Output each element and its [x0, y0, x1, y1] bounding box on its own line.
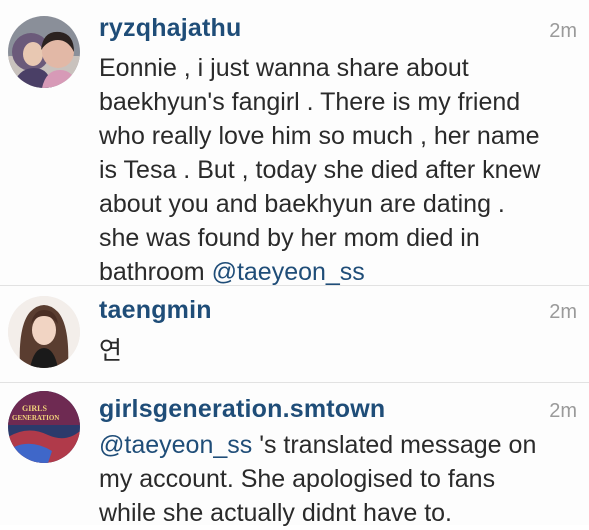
comment-text-fragment: bathroom	[99, 258, 212, 286]
comment-text: Eonnie , i just wanna share about baekhy…	[99, 51, 569, 289]
timestamp: 2m	[549, 400, 577, 422]
timestamp: 2m	[549, 301, 577, 323]
avatar[interactable]	[8, 296, 80, 368]
comment-item: taengmin 2m 연	[0, 286, 589, 382]
comment-line: my account. She apologised to fans	[99, 465, 496, 493]
comment-line: bathroom @taeyeon_ss	[99, 255, 569, 289]
username[interactable]: girlsgeneration.smtown	[99, 395, 385, 424]
comment-text: 연	[99, 334, 569, 368]
comment-item: ryzqhajathu 2m Eonnie , i just wanna sha…	[0, 0, 589, 286]
album-logo-text: GENERATION	[12, 414, 59, 422]
comment-text-fragment: 's translated message on	[252, 431, 537, 459]
profile-photo-icon	[8, 296, 80, 368]
timestamp: 2m	[549, 20, 577, 42]
comment-line: Eonnie , i just wanna share about	[99, 54, 469, 82]
comment-line: 연	[99, 336, 123, 365]
album-cover-icon: GIRLS GENERATION	[8, 391, 80, 463]
album-logo-text: GIRLS	[22, 404, 47, 413]
comment-line: @taeyeon_ss 's translated message on	[99, 428, 569, 462]
comment-item: GIRLS GENERATION girlsgeneration.smtown …	[0, 383, 589, 527]
username[interactable]: ryzqhajathu	[99, 14, 242, 43]
profile-photo-icon	[8, 16, 80, 88]
comment-line: baekhyun's fangirl . There is my friend	[99, 88, 521, 116]
avatar[interactable]: GIRLS GENERATION	[8, 391, 80, 463]
mention-link[interactable]: @taeyeon_ss	[212, 258, 365, 286]
comment-text: @taeyeon_ss 's translated message on my …	[99, 428, 569, 530]
comment-line: about you and baekhyun are dating .	[99, 190, 505, 218]
comment-line: she was found by her mom died in	[99, 224, 480, 252]
avatar[interactable]	[8, 16, 80, 88]
comment-line: is Tesa . But , today she died after kne…	[99, 156, 541, 184]
comments-feed: ryzqhajathu 2m Eonnie , i just wanna sha…	[0, 0, 589, 527]
username[interactable]: taengmin	[99, 296, 212, 325]
comment-line: who really love him so much , her name	[99, 122, 540, 150]
mention-link[interactable]: @taeyeon_ss	[99, 431, 252, 459]
